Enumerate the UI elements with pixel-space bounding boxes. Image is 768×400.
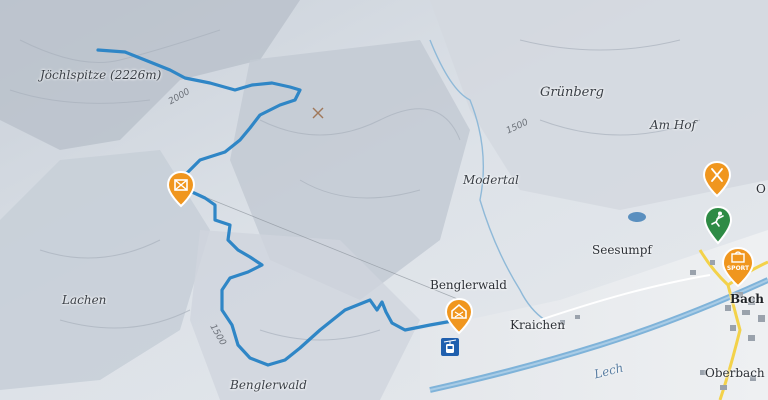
label-modertal: Modertal	[463, 173, 519, 187]
cable-car-icon	[443, 339, 457, 353]
climber-icon	[703, 205, 733, 245]
sport-shop-marker[interactable]: SPORT	[721, 246, 755, 288]
label-benglerwald-top: Benglerwald	[430, 278, 507, 292]
label-bach: Bach	[730, 292, 764, 306]
label-edge-o: O	[756, 182, 766, 196]
hut-poi-marker[interactable]	[166, 170, 196, 208]
label-gruenberg: Grünberg	[540, 85, 604, 100]
label-oberbach: Oberbach	[705, 366, 765, 380]
terrain-layer	[0, 0, 768, 400]
hut-icon	[444, 297, 474, 335]
sport-label: SPORT	[726, 265, 750, 272]
climbing-marker[interactable]	[703, 205, 733, 245]
cutlery-icon	[702, 160, 732, 198]
label-kraichen: Kraichen	[510, 318, 565, 332]
label-joechlspitze: Jöchlspitze (2226m)	[40, 68, 162, 82]
hut-icon	[166, 170, 196, 208]
label-seesumpf: Seesumpf	[592, 243, 652, 257]
label-am-hof: Am Hof	[650, 118, 696, 132]
map-canvas[interactable]: Jöchlspitze (2226m) Grünberg Am Hof Mode…	[0, 0, 768, 400]
benglerwald-hut-marker[interactable]	[444, 297, 474, 335]
restaurant-marker[interactable]	[702, 160, 732, 198]
label-benglerwald-bottom: Benglerwald	[230, 378, 307, 392]
label-lachen: Lachen	[62, 293, 107, 307]
cable-car-marker[interactable]	[441, 338, 459, 356]
